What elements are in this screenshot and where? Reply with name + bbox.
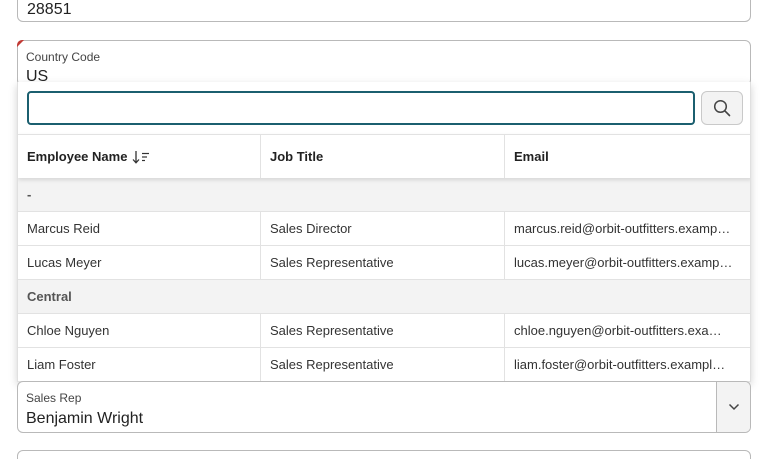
cell-employee-name: Marcus Reid bbox=[18, 212, 261, 245]
sales-rep-value: Benjamin Wright bbox=[26, 410, 144, 427]
cell-job-title: Sales Representative bbox=[261, 314, 505, 347]
column-header-email[interactable]: Email bbox=[505, 135, 750, 178]
sort-descending-icon[interactable] bbox=[132, 150, 150, 164]
cell-employee-name: Lucas Meyer bbox=[18, 246, 261, 279]
email-text: lucas.meyer@orbit-outfitters.examp… bbox=[514, 255, 733, 270]
sales-rep-field[interactable]: Sales Rep Benjamin Wright bbox=[17, 381, 751, 433]
postal-code-value: 28851 bbox=[27, 1, 72, 18]
column-header-job-title[interactable]: Job Title bbox=[261, 135, 505, 178]
group-header-row: - bbox=[18, 178, 750, 212]
cell-job-title: Sales Representative bbox=[261, 348, 505, 381]
sales-rep-label: Sales Rep bbox=[26, 391, 82, 405]
lookup-search-input[interactable] bbox=[27, 91, 695, 125]
group-header-label: - bbox=[27, 187, 32, 202]
country-code-label: Country Code bbox=[26, 50, 101, 64]
cell-email: marcus.reid@orbit-outfitters.examp… bbox=[505, 212, 750, 245]
column-header-label: Job Title bbox=[270, 149, 324, 164]
search-icon bbox=[713, 99, 731, 117]
cell-email: liam.foster@orbit-outfitters.exampl… bbox=[505, 348, 750, 381]
sales-rep-dropdown-button[interactable] bbox=[716, 382, 750, 432]
cell-job-title: Sales Representative bbox=[261, 246, 505, 279]
table-row[interactable]: Liam Foster Sales Representative liam.fo… bbox=[18, 348, 750, 382]
postal-code-field[interactable]: 28851 bbox=[17, 0, 751, 22]
lookup-grid-body: - Marcus Reid Sales Director marcus.reid… bbox=[18, 178, 750, 382]
country-code-field[interactable]: Country Code US bbox=[17, 40, 751, 86]
cell-job-title: Sales Director bbox=[261, 212, 505, 245]
email-text: liam.foster@orbit-outfitters.exampl… bbox=[514, 357, 726, 372]
table-row[interactable]: Lucas Meyer Sales Representative lucas.m… bbox=[18, 246, 750, 280]
column-header-label: Email bbox=[514, 149, 549, 164]
chevron-down-icon bbox=[728, 403, 739, 411]
table-row[interactable]: Marcus Reid Sales Director marcus.reid@o… bbox=[18, 212, 750, 246]
cell-employee-name: Liam Foster bbox=[18, 348, 261, 381]
column-header-employee-name[interactable]: Employee Name bbox=[18, 135, 261, 178]
next-form-field[interactable] bbox=[17, 450, 751, 459]
email-text: marcus.reid@orbit-outfitters.examp… bbox=[514, 221, 731, 236]
email-text: chloe.nguyen@orbit-outfitters.exa… bbox=[514, 323, 722, 338]
lookup-search-button[interactable] bbox=[701, 91, 743, 125]
group-header-row: Central bbox=[18, 280, 750, 314]
cell-email: lucas.meyer@orbit-outfitters.examp… bbox=[505, 246, 750, 279]
required-marker bbox=[17, 40, 24, 47]
column-header-label: Employee Name bbox=[27, 149, 128, 164]
cell-employee-name: Chloe Nguyen bbox=[18, 314, 261, 347]
cell-email: chloe.nguyen@orbit-outfitters.exa… bbox=[505, 314, 750, 347]
employee-lookup-panel: Employee Name Job Title Email - Marcus R… bbox=[17, 82, 751, 382]
table-row[interactable]: Chloe Nguyen Sales Representative chloe.… bbox=[18, 314, 750, 348]
group-header-label: Central bbox=[27, 289, 72, 304]
lookup-grid-header: Employee Name Job Title Email bbox=[18, 134, 750, 178]
